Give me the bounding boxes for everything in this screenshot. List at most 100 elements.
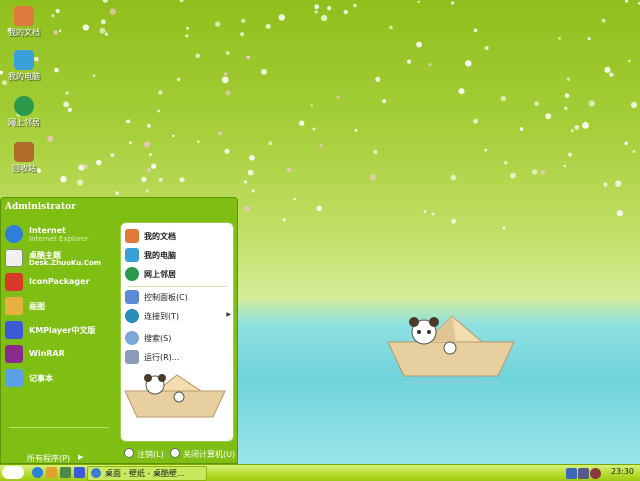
wallpaper-star xyxy=(218,131,223,136)
logoff-button[interactable]: 注销(L) xyxy=(124,448,164,460)
start-menu-programs-pane: Internet Internet Explorer 桌酷主题 Desk.Zhu… xyxy=(1,218,118,463)
wallpaper-star xyxy=(197,140,200,143)
wallpaper-star xyxy=(179,177,185,183)
wallpaper-star xyxy=(510,172,516,179)
wallpaper-star xyxy=(214,21,221,27)
start-item-internet[interactable]: Internet Internet Explorer xyxy=(5,224,117,246)
wallpaper-star xyxy=(246,55,251,60)
folder-documents-icon xyxy=(125,229,139,243)
wallpaper-star xyxy=(564,106,568,111)
all-programs-button[interactable]: 所有程序(P) xyxy=(27,453,70,464)
desktop-icon-label: 我的文档 xyxy=(8,28,40,37)
start-item-title: Internet xyxy=(29,226,66,235)
start-item-zhuoku[interactable]: 桌酷主题 Desk.ZhuoKu.Com xyxy=(5,248,117,270)
mail-quick-icon[interactable] xyxy=(60,467,71,478)
ie-quick-icon[interactable] xyxy=(32,467,43,478)
start-item-title: KMPlayer中文版 xyxy=(29,326,96,335)
taskbar-window-title: 桌面 - 壁纸 - 桌酷壁... xyxy=(105,469,185,478)
wallpaper-star xyxy=(407,59,412,64)
wallpaper-star xyxy=(574,125,580,130)
logoff-icon xyxy=(124,448,134,458)
wallpaper-star xyxy=(316,205,322,212)
places-item-label: 我的文档 xyxy=(144,232,176,241)
places-item-network[interactable]: 网上邻居 xyxy=(125,266,229,284)
wallpaper-star xyxy=(115,191,119,195)
wallpaper-star xyxy=(221,76,229,84)
wallpaper-star xyxy=(382,99,387,104)
wallpaper-star xyxy=(299,120,305,126)
wallpaper-star xyxy=(99,27,106,34)
places-divider xyxy=(127,286,227,287)
wallpaper-star xyxy=(458,88,465,95)
wallpaper-star xyxy=(616,210,623,217)
taskbar-window-button[interactable]: 桌面 - 壁纸 - 桌酷壁... xyxy=(87,466,207,481)
wallpaper-star xyxy=(176,77,181,82)
places-item-my-documents[interactable]: 我的文档 xyxy=(125,228,229,246)
start-item-kmplayer[interactable]: KMPlayer中文版 xyxy=(5,320,117,342)
start-item-paint[interactable]: 画图 xyxy=(5,296,117,318)
start-item-winrar[interactable]: WinRAR xyxy=(5,344,117,366)
start-button[interactable] xyxy=(2,466,24,479)
recycle-bin-icon xyxy=(14,142,34,162)
wallpaper-star xyxy=(128,141,132,145)
wallpaper-star xyxy=(314,4,320,10)
volume-tray-icon[interactable] xyxy=(578,468,589,479)
places-item-search[interactable]: 搜索(S) xyxy=(125,330,229,348)
shutdown-button[interactable]: 关闭计算机(U) xyxy=(170,448,235,460)
wallpaper-star xyxy=(416,41,422,48)
wallpaper-star xyxy=(625,0,628,3)
desktop-icon-recycle-bin[interactable]: 回收站 xyxy=(2,142,46,174)
desktop-icon-my-documents[interactable]: 我的文档 xyxy=(2,6,46,38)
places-item-label: 连接到(T) xyxy=(144,312,180,321)
desktop-icon-network[interactable]: 网上邻居 xyxy=(2,96,46,128)
wallpaper-star xyxy=(268,141,273,145)
wallpaper-star xyxy=(278,14,286,21)
media-quick-icon[interactable] xyxy=(74,467,85,478)
wallpaper-star xyxy=(148,153,152,157)
wallpaper-star xyxy=(179,0,184,3)
places-item-control-panel[interactable]: 控制面板(C) xyxy=(125,289,229,307)
start-item-title: WinRAR xyxy=(29,349,65,358)
logoff-label: 注销(L) xyxy=(137,450,164,459)
iconpackager-icon xyxy=(5,273,23,291)
wallpaper-star xyxy=(110,153,115,157)
wallpaper-star xyxy=(67,107,72,112)
wallpaper-star xyxy=(473,28,478,33)
wallpaper-star xyxy=(564,93,570,98)
clock[interactable]: 23:30 xyxy=(611,467,634,476)
wallpaper-star xyxy=(319,144,323,147)
wallpaper-star xyxy=(251,189,255,193)
wallpaper-star xyxy=(82,24,89,31)
wallpaper-star xyxy=(224,148,230,154)
start-item-iconpackager[interactable]: IconPackager xyxy=(5,272,117,294)
all-programs-divider xyxy=(9,427,109,428)
wallpaper-star xyxy=(83,164,89,169)
desktop-icon-my-computer[interactable]: 我的电脑 xyxy=(2,50,46,82)
wallpaper-star xyxy=(582,122,589,129)
places-item-connect-to[interactable]: 连接到(T) ▶ xyxy=(125,308,231,326)
wallpaper-star xyxy=(327,6,332,11)
wallpaper-star xyxy=(431,212,435,216)
security-tray-icon[interactable] xyxy=(590,468,601,479)
wallpaper-star xyxy=(373,149,378,155)
network-tray-icon[interactable] xyxy=(566,468,577,479)
wallpaper-star xyxy=(147,168,151,173)
wallpaper-star xyxy=(96,159,102,166)
start-item-title: 记事本 xyxy=(29,374,53,383)
wallpaper-star xyxy=(53,30,58,35)
places-item-my-computer[interactable]: 我的电脑 xyxy=(125,247,229,265)
start-item-notepad[interactable]: 记事本 xyxy=(5,368,117,390)
wallpaper-star xyxy=(354,128,358,132)
places-item-run[interactable]: 运行(R)... xyxy=(125,349,229,367)
start-menu-username: Administrator xyxy=(5,202,76,212)
wallpaper-star xyxy=(225,51,230,55)
wallpaper-star xyxy=(484,46,489,50)
folder-quick-icon[interactable] xyxy=(46,467,57,478)
wallpaper-star xyxy=(624,141,628,145)
wallpaper-star xyxy=(247,169,254,176)
folder-documents-icon xyxy=(14,6,34,26)
wallpaper-star xyxy=(570,129,574,133)
wallpaper-star xyxy=(159,177,163,182)
start-item-title: IconPackager xyxy=(29,277,90,286)
wallpaper-star xyxy=(54,68,59,73)
